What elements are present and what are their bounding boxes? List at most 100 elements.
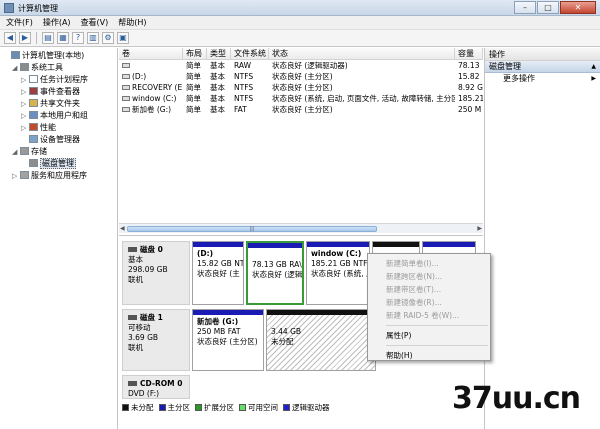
more-actions-item[interactable]: 更多操作 ▶ (485, 73, 600, 85)
volume-row[interactable]: 简单 基本 RAW 状态良好 (逻辑驱动器) 78.13 (119, 60, 483, 71)
tree-node-label: 存储 (31, 147, 47, 156)
context-menu-item[interactable]: 帮助(H) (368, 349, 490, 362)
partition-status: 未分配 (271, 337, 294, 346)
tree-node[interactable]: ▷ 服务和应用程序 (0, 170, 117, 182)
computer-management-icon (4, 3, 14, 13)
legend-swatch (158, 403, 166, 411)
tree-node[interactable]: 设备管理器 (0, 134, 117, 146)
close-button[interactable]: ✕ (560, 1, 596, 14)
volume-list: 卷 布局 类型 文件系统 状态 容量 简单 基本 RAW 状态良好 (逻辑驱动器) 78… (119, 48, 483, 236)
tree-node[interactable]: ▷ 事件查看器 (0, 86, 117, 98)
menu-file[interactable]: 文件(F) (6, 16, 33, 29)
volume-row[interactable]: 新加卷 (G:) 简单 基本 FAT 状态良好 (主分区) 250 M (119, 104, 483, 115)
expand-toggle-icon[interactable]: ▷ (21, 74, 29, 86)
disk-name: CD-ROM 0 (140, 379, 183, 388)
list-view-icon[interactable]: ▥ (87, 32, 99, 44)
volume-icon (122, 107, 130, 112)
horizontal-scrollbar[interactable]: ◀ ||| ▶ (119, 223, 483, 233)
tree-node-icon (29, 159, 38, 167)
tree-node[interactable]: ▷ 性能 (0, 122, 117, 134)
settings-icon[interactable]: ⚙ (102, 32, 114, 44)
tree-node-icon (29, 87, 38, 95)
expand-toggle-icon[interactable]: ▷ (21, 122, 29, 134)
expand-toggle-icon[interactable]: ◢ (12, 146, 20, 158)
cdrom-label[interactable]: CD-ROM 0 DVD (F:) (122, 375, 190, 399)
volume-cell: 基本 (210, 72, 225, 81)
column-capacity[interactable]: 容量 (455, 48, 483, 59)
scroll-left-icon[interactable]: ◀ (120, 225, 125, 232)
properties-icon[interactable]: ▦ (57, 32, 69, 44)
partition-d[interactable]: (D:) 15.82 GB NT 状态良好 (主 (192, 241, 244, 305)
volume-cell: 状态良好 (逻辑驱动器) (272, 61, 348, 70)
volume-list-header: 卷 布局 类型 文件系统 状态 容量 (119, 48, 483, 60)
window-controls: – □ ✕ (514, 1, 596, 14)
volume-cell: 简单 (186, 83, 201, 92)
column-filesystem[interactable]: 文件系统 (231, 48, 269, 59)
partition-status: 状态良好 (逻辑 (252, 270, 303, 279)
tree-node-label: 任务计划程序 (40, 75, 88, 84)
tree-node[interactable]: 计算机管理(本地) (0, 50, 117, 62)
column-status[interactable]: 状态 (269, 48, 455, 59)
expand-toggle-icon[interactable]: ▷ (12, 170, 20, 182)
column-volume[interactable]: 卷 (119, 48, 183, 59)
tree-node-icon (29, 135, 38, 143)
partition-unallocated-disk1[interactable]: 3.44 GB 未分配 (266, 309, 376, 371)
help-icon[interactable]: ? (72, 32, 84, 44)
maximize-button[interactable]: □ (537, 1, 559, 14)
legend-item: 可用空间 (239, 402, 278, 413)
disk-0-label[interactable]: 磁盘 0 基本 298.09 GB 联机 (122, 241, 190, 305)
actions-section-disk-management[interactable]: 磁盘管理 ▲ (485, 61, 600, 73)
scrollbar-thumb[interactable]: ||| (127, 226, 377, 232)
context-menu-item: 新建跨区卷(N)... (386, 272, 443, 281)
menu-action[interactable]: 操作(A) (43, 16, 71, 29)
tree-node[interactable]: 磁盘管理 (0, 158, 117, 170)
menu-help[interactable]: 帮助(H) (118, 16, 146, 29)
volume-cell: 78.13 (458, 61, 480, 70)
tree-node[interactable]: ▷ 共享文件夹 (0, 98, 117, 110)
expand-toggle-icon[interactable]: ▷ (21, 98, 29, 110)
volume-row[interactable]: window (C:) 简单 基本 NTFS 状态良好 (系统, 启动, 页面文件, 活… (119, 93, 483, 104)
toolbar-separator (36, 32, 37, 44)
column-type[interactable]: 类型 (207, 48, 231, 59)
volume-icon (122, 85, 130, 90)
scroll-right-icon[interactable]: ▶ (477, 225, 482, 232)
expand-toggle-icon[interactable]: ▷ (21, 86, 29, 98)
show-tree-icon[interactable]: ▤ (42, 32, 54, 44)
volume-cell: (D:) (119, 71, 183, 82)
disk-size: 298.09 GB (128, 265, 168, 274)
expand-toggle-icon[interactable]: ◢ (12, 62, 20, 74)
minimize-button[interactable]: – (514, 1, 536, 14)
back-arrow-icon[interactable]: ◀ (4, 32, 16, 44)
menu-view[interactable]: 查看(V) (81, 16, 109, 29)
tree-node[interactable]: ◢ 存储 (0, 146, 117, 158)
tree-node[interactable]: ▷ 本地用户和组 (0, 110, 117, 122)
disk-type: 基本 (128, 255, 143, 264)
volume-cell: 简单 (186, 94, 201, 103)
volume-row[interactable]: RECOVERY (E:) 简单 基本 NTFS 状态良好 (主分区) 8.92 G (119, 82, 483, 93)
hard-disk-icon (128, 247, 137, 252)
volume-row[interactable]: (D:) 简单 基本 NTFS 状态良好 (主分区) 15.82 (119, 71, 483, 82)
disk-1-label[interactable]: 磁盘 1 可移动 3.69 GB 联机 (122, 309, 190, 371)
volume-cell: NTFS (234, 83, 254, 92)
tree-node-label: 系统工具 (31, 63, 63, 72)
disk-row-cdrom[interactable]: CD-ROM 0 DVD (F:) (122, 375, 480, 399)
partition-g[interactable]: 新加卷 (G:) 250 MB FAT 状态良好 (主分区) (192, 309, 264, 371)
disk-status: 联机 (128, 343, 143, 352)
collapse-caret-icon[interactable]: ▲ (591, 61, 596, 73)
tree-node[interactable]: ◢ 系统工具 (0, 62, 117, 74)
expand-toggle-icon[interactable]: ▷ (21, 110, 29, 122)
column-layout[interactable]: 布局 (183, 48, 207, 59)
context-menu-item[interactable]: 属性(P) (368, 329, 490, 342)
partition-raw-logical[interactable]: 78.13 GB RA\ 状态良好 (逻辑 (246, 241, 304, 305)
tree-node[interactable]: ▷ 任务计划程序 (0, 74, 117, 86)
context-menu-item: 新建带区卷(T)... (386, 285, 442, 294)
legend-label: 未分配 (131, 402, 154, 412)
context-menu-item: 新建镜像卷(R)... (386, 298, 442, 307)
forward-arrow-icon[interactable]: ▶ (19, 32, 31, 44)
volume-cell: 简单 (186, 72, 201, 81)
menu-separator (386, 345, 488, 346)
partition-bar (423, 242, 475, 247)
detail-view-icon[interactable]: ▣ (117, 32, 129, 44)
partition-c[interactable]: window (C:) 185.21 GB NTFS 状态良好 (系统, 启 (306, 241, 370, 305)
disk-type: 可移动 (128, 323, 151, 332)
